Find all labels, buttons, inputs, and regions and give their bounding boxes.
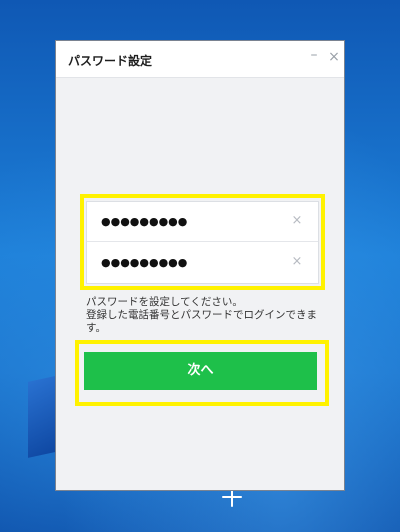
window-title: パスワード設定 [68,54,153,68]
next-button[interactable]: 次へ [84,352,317,390]
password-field[interactable]: ●●●●●●●●● × [87,202,318,242]
password-field-group: ●●●●●●●●● × ●●●●●●●●● × [86,201,319,284]
close-icon[interactable]: × [326,49,342,65]
password-value: ●●●●●●●●● [101,215,188,228]
help-text-line: 登録した電話番号とパスワードでログインできます。 [86,309,317,334]
clear-icon[interactable]: × [289,213,305,229]
help-text-line: パスワードを設定してください。 [86,296,243,308]
help-text: パスワードを設定してください。 登録した電話番号とパスワードでログインできます。 [86,296,318,335]
confirm-password-value: ●●●●●●●●● [101,256,188,269]
minimize-icon[interactable]: – [306,47,322,63]
title-bar[interactable]: パスワード設定 – × [56,41,344,78]
confirm-password-field[interactable]: ●●●●●●●●● × [87,243,318,283]
clear-icon[interactable]: × [289,254,305,270]
